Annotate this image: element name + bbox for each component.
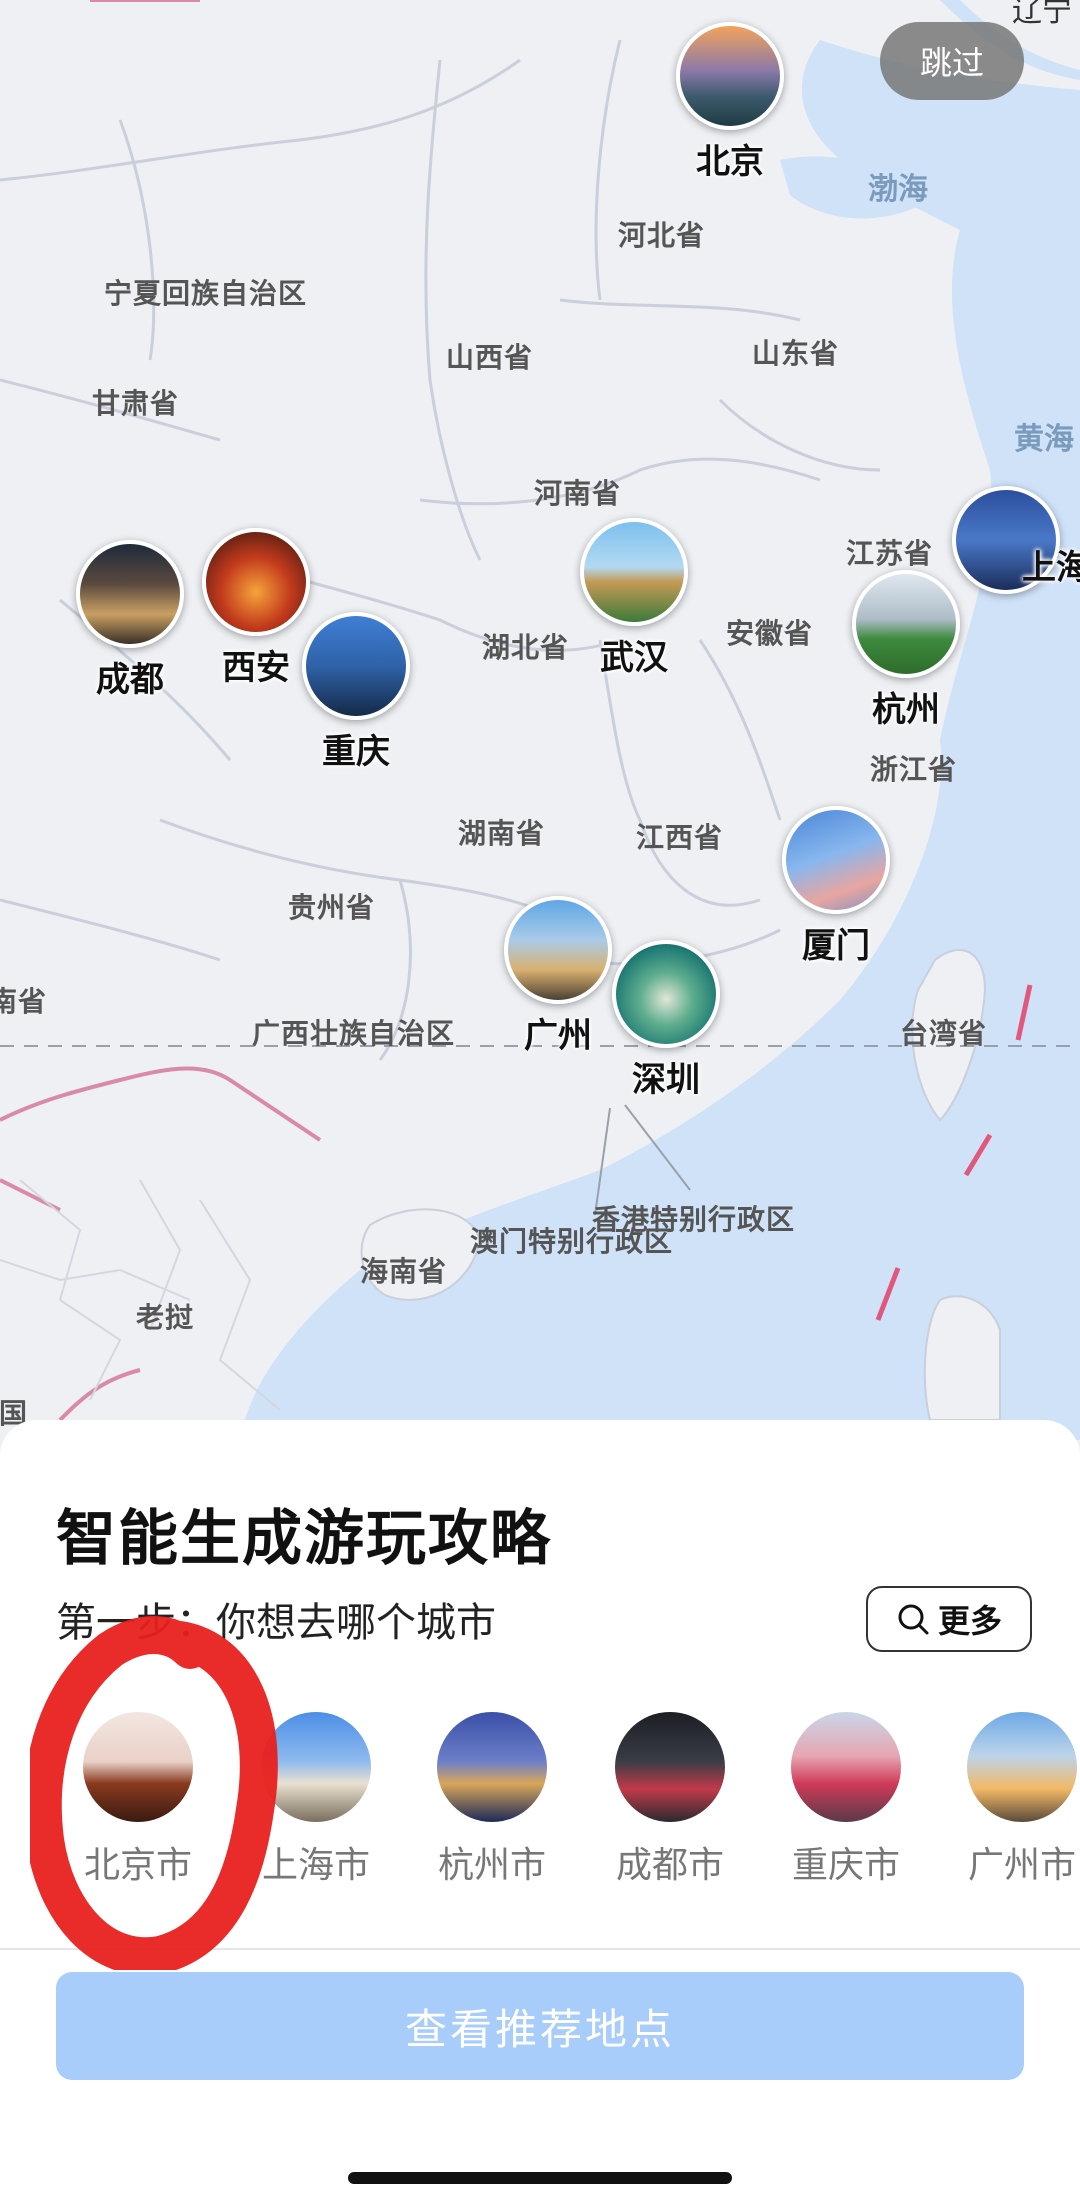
city-pin-hangzhou[interactable]: 杭州 [852, 570, 960, 730]
city-pin-label: 广州 [524, 1016, 592, 1056]
city-option-chengdu[interactable]: 成都市 [600, 1712, 740, 1888]
city-pin-chengdu[interactable]: 成都 [76, 540, 184, 700]
city-pin-chongqing[interactable]: 重庆 [302, 612, 410, 772]
city-photo [504, 896, 612, 1004]
partial-map-label: 辽宁 [1012, 0, 1072, 29]
city-pin-beijing[interactable]: 北京 [676, 22, 784, 182]
city-pin-shanghai[interactable]: 上海 [952, 486, 1080, 594]
city-option-label: 成都市 [615, 1845, 724, 1886]
city-option-photo [791, 1712, 901, 1822]
province-label: 贵州省 [288, 891, 376, 924]
skip-button[interactable]: 跳过 [880, 22, 1024, 100]
city-pin-xian[interactable]: 西安 [202, 528, 310, 688]
city-option-hangzhou[interactable]: 杭州市 [422, 1712, 562, 1888]
hand-drawn-highlight-circle [30, 1616, 278, 1970]
city-option-label: 杭州市 [437, 1845, 546, 1886]
city-option-chongqing[interactable]: 重庆市 [776, 1712, 916, 1888]
sea-label: 黄海 [1014, 422, 1074, 457]
map-view[interactable]: 辽宁 跳过 渤海 黄海 宁夏回族自治区 甘肃省 山西省 河北省 山东省 河南省 … [0, 0, 1080, 1440]
search-icon [898, 1604, 929, 1635]
view-recommended-places-button[interactable]: 查看推荐地点 [56, 1972, 1024, 2080]
city-option-photo [437, 1712, 547, 1822]
city-photo [202, 528, 310, 636]
province-label: 台湾省 [900, 1017, 988, 1050]
province-label: 河北省 [618, 219, 706, 252]
city-photo [782, 806, 890, 914]
province-label: 湖北省 [482, 631, 570, 664]
city-pin-label: 深圳 [632, 1060, 700, 1100]
province-label: 浙江省 [870, 753, 958, 786]
home-indicator[interactable] [348, 2172, 732, 2184]
sea-label: 渤海 [868, 172, 928, 207]
city-pin-label: 上海 [1022, 548, 1080, 588]
more-button-label: 更多 [937, 1602, 1002, 1640]
city-pin-shenzhen[interactable]: 深圳 [612, 940, 720, 1100]
province-label: 山东省 [752, 337, 840, 370]
city-pin-label: 杭州 [872, 690, 940, 730]
province-label: 湖南省 [458, 817, 546, 850]
sheet-title: 智能生成游玩攻略 [56, 1504, 552, 1574]
province-label: 云南省 [0, 985, 48, 1018]
province-label: 澳门特别行政区 [470, 1225, 674, 1258]
province-label: 宁夏回族自治区 [104, 277, 308, 310]
city-photo [612, 940, 720, 1048]
city-option-label: 重庆市 [791, 1845, 900, 1886]
province-label: 海南省 [360, 1255, 448, 1288]
city-pin-xiamen[interactable]: 厦门 [782, 806, 890, 966]
province-label: 山西省 [446, 341, 534, 374]
province-label: 安徽省 [726, 617, 814, 650]
more-cities-button[interactable]: 更多 [866, 1586, 1032, 1652]
province-label: 甘肃省 [92, 387, 180, 420]
city-pin-label: 厦门 [802, 926, 870, 966]
city-pin-label: 北京 [696, 142, 764, 182]
city-photo [302, 612, 410, 720]
city-pin-label: 重庆 [322, 732, 390, 772]
province-label: 江苏省 [846, 537, 934, 570]
province-label: 河南省 [534, 477, 622, 510]
city-photo [852, 570, 960, 678]
city-pin-wuhan[interactable]: 武汉 [580, 518, 688, 678]
city-pin-label: 武汉 [600, 638, 668, 678]
city-pin-guangzhou[interactable]: 广州 [504, 896, 612, 1056]
province-label: 江西省 [636, 821, 724, 854]
city-photo [676, 22, 784, 130]
province-label: 广西壮族自治区 [252, 1017, 456, 1050]
city-option-photo [615, 1712, 725, 1822]
city-option-photo [967, 1712, 1077, 1822]
country-label: 老挝 [136, 1301, 195, 1334]
city-option-label: 广州市 [967, 1845, 1076, 1886]
city-photo [76, 540, 184, 648]
city-photo [580, 518, 688, 626]
city-option-guangzhou[interactable]: 广州市 [952, 1712, 1080, 1888]
